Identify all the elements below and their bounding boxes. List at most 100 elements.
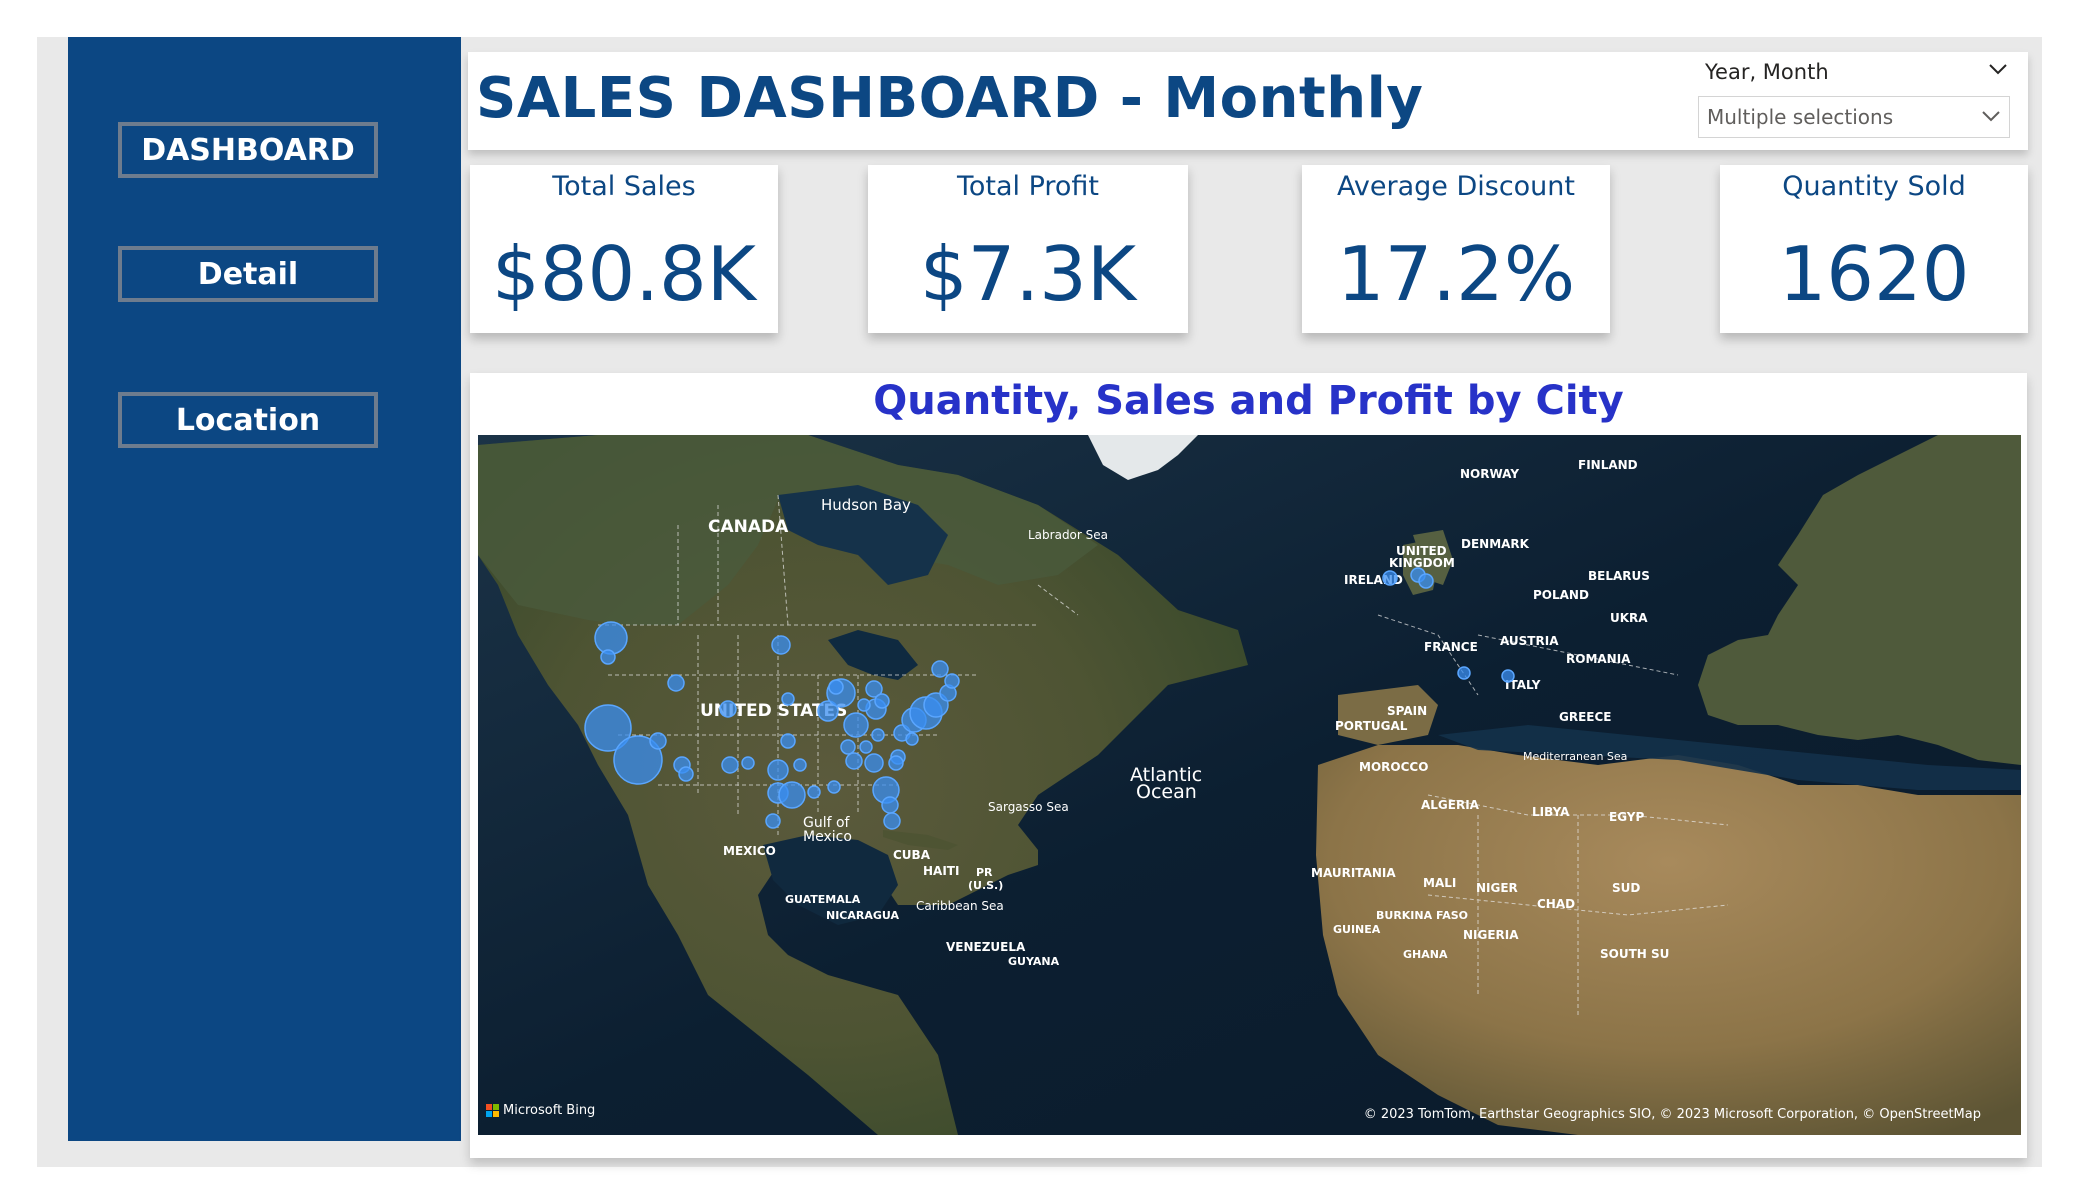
- city-bubble[interactable]: [594, 621, 628, 655]
- svg-text:AUSTRIA: AUSTRIA: [1500, 634, 1559, 648]
- city-bubble[interactable]: [883, 812, 901, 830]
- svg-text:SOUTH SU: SOUTH SU: [1600, 947, 1669, 961]
- city-bubble[interactable]: [1418, 573, 1434, 589]
- svg-text:MALI: MALI: [1423, 876, 1456, 890]
- svg-text:GHANA: GHANA: [1403, 948, 1448, 961]
- city-bubble[interactable]: [778, 781, 806, 809]
- svg-text:NIGER: NIGER: [1476, 881, 1518, 895]
- sidebar: DASHBOARD Detail Location: [68, 37, 461, 1141]
- city-bubble[interactable]: [828, 679, 844, 695]
- svg-text:LIBYA: LIBYA: [1532, 805, 1570, 819]
- city-bubble[interactable]: [807, 785, 821, 799]
- kpi-label: Total Sales: [552, 171, 696, 202]
- kpi-card-quantity-sold: Quantity Sold 1620: [1720, 165, 2028, 333]
- city-bubble[interactable]: [864, 753, 884, 773]
- kpi-value: $7.3K: [919, 230, 1137, 318]
- kpi-label: Average Discount: [1337, 171, 1575, 202]
- city-bubble[interactable]: [874, 693, 890, 709]
- city-bubble[interactable]: [1457, 666, 1471, 680]
- svg-text:PORTUGAL: PORTUGAL: [1335, 719, 1408, 733]
- nav-dashboard-button[interactable]: DASHBOARD: [118, 122, 378, 178]
- svg-text:Mediterranean Sea: Mediterranean Sea: [1523, 750, 1627, 763]
- svg-text:Mexico: Mexico: [803, 829, 852, 845]
- svg-text:SUD: SUD: [1612, 881, 1640, 895]
- svg-text:CUBA: CUBA: [893, 848, 931, 862]
- city-bubble[interactable]: [793, 758, 807, 772]
- microsoft-logo-icon: [486, 1104, 499, 1117]
- svg-text:MAURITANIA: MAURITANIA: [1311, 866, 1396, 880]
- city-bubble[interactable]: [600, 649, 616, 665]
- nav-detail-button[interactable]: Detail: [118, 246, 378, 302]
- svg-text:FINLAND: FINLAND: [1578, 458, 1638, 472]
- bing-logo-text: Microsoft Bing: [503, 1103, 596, 1118]
- svg-text:FRANCE: FRANCE: [1424, 640, 1478, 654]
- kpi-value: 1620: [1778, 230, 1970, 318]
- city-bubble[interactable]: [871, 728, 885, 742]
- svg-text:GUINEA: GUINEA: [1333, 923, 1381, 936]
- map-title: Quantity, Sales and Profit by City: [873, 378, 1624, 424]
- city-bubble[interactable]: [719, 700, 737, 718]
- city-bubble[interactable]: [771, 635, 791, 655]
- svg-text:NORWAY: NORWAY: [1460, 467, 1519, 481]
- kpi-label: Quantity Sold: [1782, 171, 1966, 202]
- city-bubble[interactable]: [678, 766, 694, 782]
- chevron-down-icon[interactable]: [1988, 62, 2008, 76]
- satellite-map[interactable]: CANADA Hudson Bay Labrador Sea UNITED ST…: [478, 435, 2021, 1135]
- svg-text:Ocean: Ocean: [1136, 781, 1197, 803]
- kpi-label: Total Profit: [956, 171, 1100, 202]
- svg-text:CHAD: CHAD: [1537, 897, 1575, 911]
- svg-text:UKRA: UKRA: [1610, 611, 1648, 625]
- city-bubble[interactable]: [843, 712, 869, 738]
- nav-location-button[interactable]: Location: [118, 392, 378, 448]
- svg-text:GUYANA: GUYANA: [1008, 955, 1060, 968]
- svg-text:DENMARK: DENMARK: [1461, 537, 1530, 551]
- city-bubble[interactable]: [905, 732, 919, 746]
- city-bubble[interactable]: [888, 755, 904, 771]
- city-bubble[interactable]: [667, 674, 685, 692]
- city-bubble[interactable]: [840, 739, 856, 755]
- city-bubble[interactable]: [827, 780, 841, 794]
- city-bubble[interactable]: [859, 740, 873, 754]
- city-bubble[interactable]: [931, 660, 949, 678]
- svg-text:SPAIN: SPAIN: [1387, 704, 1427, 718]
- header-card: SALES DASHBOARD - Monthly Year, Month Mu…: [468, 52, 2028, 150]
- svg-text:VENEZUELA: VENEZUELA: [946, 940, 1026, 954]
- map-canvas[interactable]: CANADA Hudson Bay Labrador Sea UNITED ST…: [478, 435, 2021, 1135]
- city-bubble[interactable]: [781, 692, 795, 706]
- city-bubble[interactable]: [857, 698, 871, 712]
- svg-text:Caribbean Sea: Caribbean Sea: [916, 899, 1004, 913]
- bing-logo: Microsoft Bing: [486, 1103, 595, 1118]
- svg-text:GREECE: GREECE: [1559, 710, 1612, 724]
- slicer-selected-value: Multiple selections: [1707, 105, 1894, 129]
- svg-text:HAITI: HAITI: [923, 864, 959, 878]
- city-bubble[interactable]: [767, 759, 789, 781]
- svg-text:(U.S.): (U.S.): [968, 879, 1003, 892]
- svg-text:BELARUS: BELARUS: [1588, 569, 1650, 583]
- svg-text:Sargasso Sea: Sargasso Sea: [988, 800, 1069, 814]
- city-bubble[interactable]: [845, 752, 863, 770]
- city-bubble[interactable]: [765, 813, 781, 829]
- city-bubble[interactable]: [649, 732, 667, 750]
- svg-text:ALGERIA: ALGERIA: [1421, 798, 1480, 812]
- svg-text:EGYP: EGYP: [1609, 810, 1644, 824]
- year-month-slicer-dropdown[interactable]: Multiple selections: [1698, 96, 2010, 138]
- city-bubble[interactable]: [1501, 669, 1515, 683]
- svg-text:BURKINA FASO: BURKINA FASO: [1376, 909, 1468, 922]
- svg-text:Labrador Sea: Labrador Sea: [1028, 528, 1108, 542]
- city-bubble[interactable]: [1382, 570, 1398, 586]
- city-bubble[interactable]: [741, 756, 755, 770]
- svg-text:NIGERIA: NIGERIA: [1463, 928, 1519, 942]
- kpi-card-average-discount: Average Discount 17.2%: [1302, 165, 1610, 333]
- map-copyright[interactable]: © 2023 TomTom, Earthstar Geographics SIO…: [1364, 1107, 1981, 1122]
- slicer-label: Year, Month: [1705, 60, 1829, 84]
- city-bubble[interactable]: [881, 796, 899, 814]
- city-bubble[interactable]: [780, 733, 796, 749]
- svg-text:MEXICO: MEXICO: [723, 844, 776, 858]
- city-bubble[interactable]: [721, 756, 739, 774]
- map-visual: Quantity, Sales and Profit by City CANAD…: [470, 373, 2027, 1158]
- city-bubble[interactable]: [944, 673, 960, 689]
- svg-text:ROMANIA: ROMANIA: [1566, 652, 1631, 666]
- svg-text:POLAND: POLAND: [1533, 588, 1589, 602]
- svg-text:KINGDOM: KINGDOM: [1389, 556, 1455, 570]
- svg-text:MOROCCO: MOROCCO: [1359, 760, 1428, 774]
